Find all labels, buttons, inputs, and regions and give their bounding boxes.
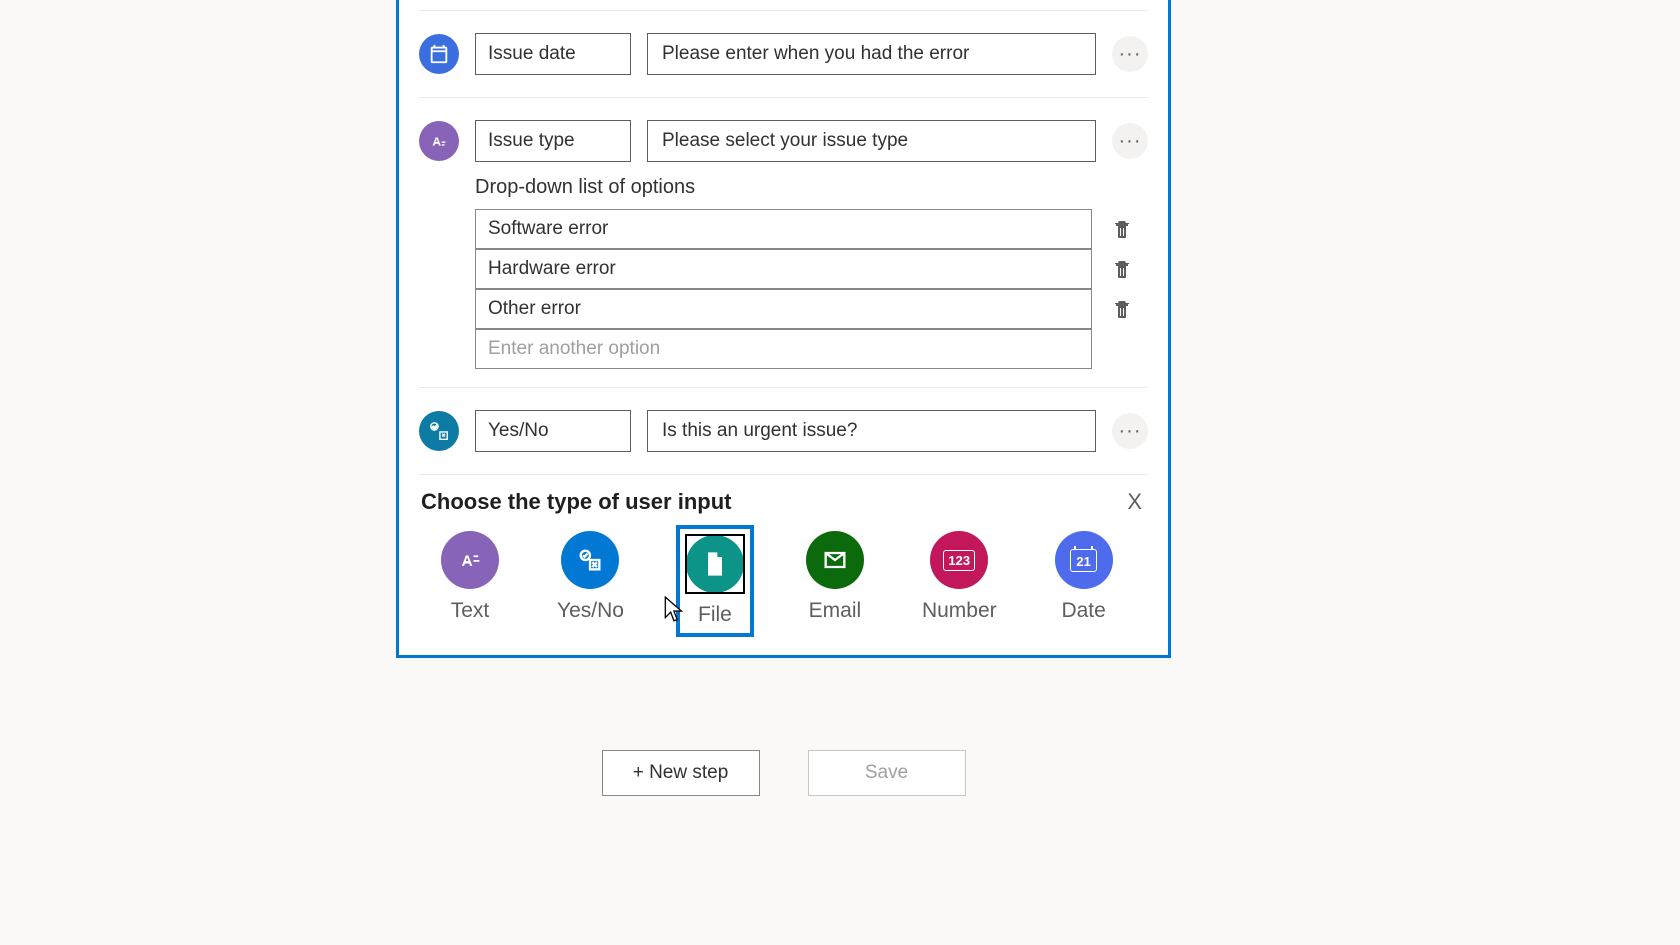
type-label: File: [698, 603, 732, 627]
input-type-number[interactable]: 123 Number: [916, 525, 1003, 637]
type-label: Date: [1061, 599, 1105, 623]
input-row-yesno: ···: [419, 388, 1148, 474]
dropdown-options-list: [475, 209, 1092, 369]
new-step-button[interactable]: + New step: [602, 750, 760, 796]
input-row-date: ···: [419, 11, 1148, 97]
type-label: Yes/No: [557, 599, 624, 623]
delete-option-icon[interactable]: [1110, 257, 1134, 281]
type-label: Email: [809, 599, 862, 623]
row-menu-button[interactable]: ···: [1112, 413, 1148, 449]
input-description-field[interactable]: [647, 120, 1096, 162]
input-type-email[interactable]: Email: [800, 525, 870, 637]
ellipsis-icon: ···: [1119, 44, 1142, 64]
date-type-icon: 21: [1055, 531, 1113, 589]
save-button[interactable]: Save: [808, 750, 966, 796]
input-description-field[interactable]: [647, 33, 1096, 75]
file-type-icon: [686, 535, 744, 593]
dropdown-option-input[interactable]: [475, 249, 1092, 289]
email-type-icon: [806, 531, 864, 589]
input-type-chooser: Choose the type of user input X Text Yes…: [399, 475, 1168, 655]
dropdown-option-input[interactable]: [475, 289, 1092, 329]
input-type-date[interactable]: 21 Date: [1049, 525, 1119, 637]
dropdown-options-label: Drop-down list of options: [475, 176, 1148, 199]
input-type-text[interactable]: Text: [435, 525, 505, 637]
input-name-field[interactable]: [475, 410, 631, 452]
text-type-icon: [441, 531, 499, 589]
number-type-icon: 123: [930, 531, 988, 589]
yesno-type-icon: [561, 531, 619, 589]
trigger-inputs-card: ··· ··· Drop-down list of options: [396, 0, 1171, 658]
delete-option-icon[interactable]: [1110, 297, 1134, 321]
input-type-file[interactable]: File: [676, 525, 754, 637]
yesno-icon: [419, 411, 459, 451]
input-name-field[interactable]: [475, 33, 631, 75]
date-icon: [419, 34, 459, 74]
row-menu-button[interactable]: ···: [1112, 123, 1148, 159]
date-glyph: 21: [1070, 549, 1096, 572]
input-type-yesno[interactable]: Yes/No: [551, 525, 630, 637]
type-label: Number: [922, 599, 997, 623]
input-row-type: ···: [419, 98, 1148, 172]
dropdown-option-input[interactable]: [475, 209, 1092, 249]
ellipsis-icon: ···: [1119, 131, 1142, 151]
input-description-field[interactable]: [647, 410, 1096, 452]
flow-actions: + New step Save: [396, 750, 1171, 796]
ellipsis-icon: ···: [1119, 421, 1142, 441]
row-menu-button[interactable]: ···: [1112, 36, 1148, 72]
input-name-field[interactable]: [475, 120, 631, 162]
delete-option-icon[interactable]: [1110, 217, 1134, 241]
type-label: Text: [451, 599, 490, 623]
chooser-close-button[interactable]: X: [1127, 489, 1142, 515]
text-icon: [419, 121, 459, 161]
dropdown-option-add[interactable]: [475, 329, 1092, 369]
input-type-list: Text Yes/No File Email: [421, 525, 1146, 637]
chooser-title: Choose the type of user input: [421, 489, 1146, 515]
number-glyph: 123: [943, 550, 975, 571]
